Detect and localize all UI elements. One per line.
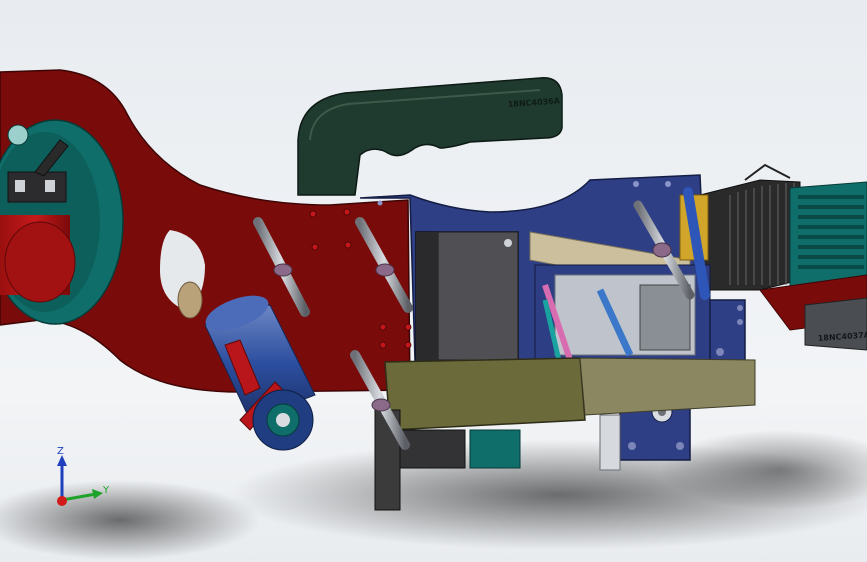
comb-plate[interactable] [699, 163, 801, 291]
stepper-motor[interactable] [415, 231, 519, 363]
assembly-scene[interactable]: 18NC4036A 18NC4037A Z Y [0, 0, 867, 562]
triad-y-label: Y [102, 485, 110, 496]
cad-viewport[interactable]: 18NC4036A 18NC4037A Z Y [0, 0, 867, 562]
triad-z-label: Z [57, 446, 64, 457]
drum-hub [7, 124, 29, 146]
wood-puck [177, 281, 203, 319]
green-handle[interactable]: 18NC4036A [297, 77, 563, 196]
